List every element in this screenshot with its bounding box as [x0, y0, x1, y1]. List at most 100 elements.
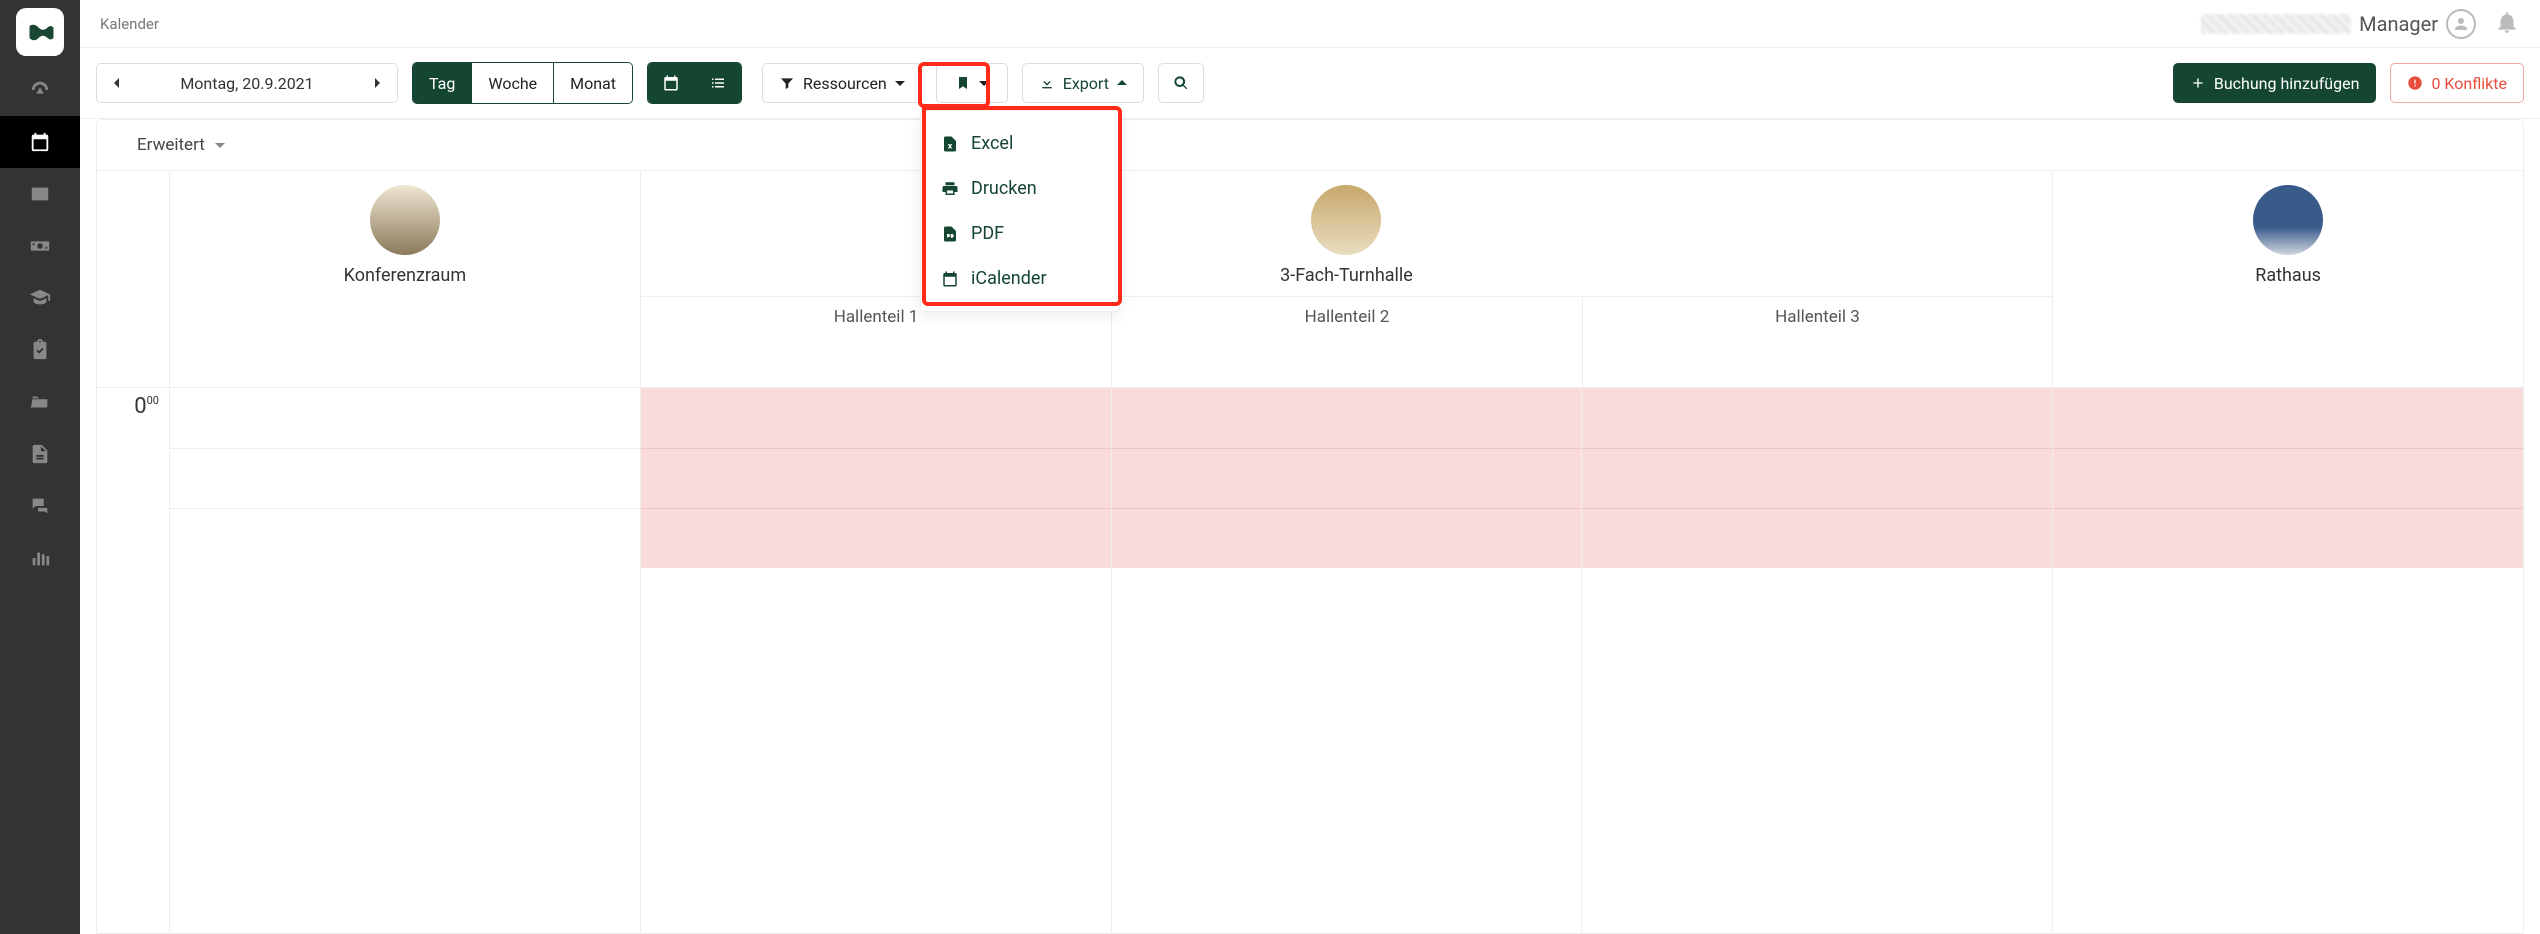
extended-filter-button[interactable]: Erweitert — [137, 135, 225, 155]
list-view-button[interactable] — [694, 63, 741, 103]
page-title: Kalender — [100, 15, 159, 33]
export-label: Export — [1063, 74, 1109, 93]
resource-col-konferenzraum[interactable]: Konferenzraum — [169, 171, 640, 387]
nav-files[interactable] — [0, 376, 80, 428]
chevron-left-icon — [112, 78, 122, 88]
nav-contacts[interactable] — [0, 168, 80, 220]
download-icon — [1039, 75, 1055, 91]
view-day-button[interactable]: Tag — [413, 63, 471, 103]
slot-col-hallenteil2[interactable] — [1111, 388, 1582, 933]
add-booking-button[interactable]: Buchung hinzufügen — [2173, 63, 2377, 103]
export-dropdown-button[interactable]: Export — [1022, 63, 1144, 103]
list-icon — [709, 74, 727, 92]
user-role: Manager — [2359, 12, 2438, 36]
view-range-toggle: Tag Woche Monat — [412, 62, 633, 104]
export-excel-label: Excel — [971, 133, 1013, 154]
logo[interactable] — [0, 0, 80, 64]
bookmark-dropdown-button[interactable] — [936, 63, 1008, 103]
gauge-icon — [29, 79, 51, 101]
add-booking-label: Buchung hinzufügen — [2214, 74, 2360, 93]
resource-turnhalle-header[interactable]: 3-Fach-Turnhalle — [641, 171, 2052, 296]
prev-day-button[interactable] — [97, 63, 137, 103]
comments-icon — [29, 495, 51, 517]
subresource-hallenteil2[interactable]: Hallenteil 2 — [1111, 297, 1581, 387]
resource-col-rathaus[interactable]: Rathaus — [2052, 171, 2523, 387]
search-button[interactable] — [1158, 63, 1204, 103]
view-mode-toggle — [647, 62, 742, 104]
resource-avatar — [370, 185, 440, 255]
bookmark-icon — [955, 75, 971, 91]
calendar-body: 000 — [97, 388, 2523, 933]
extended-label: Erweitert — [137, 135, 205, 155]
folder-open-icon — [29, 391, 51, 413]
slot-col-hallenteil1[interactable] — [640, 388, 1111, 933]
export-ical-label: iCalender — [971, 268, 1047, 289]
resource-name: 3-Fach-Turnhalle — [1280, 265, 1413, 286]
file-excel-icon — [941, 135, 959, 153]
date-navigator: Montag, 20.9.2021 — [96, 63, 398, 103]
export-ical[interactable]: iCalender — [921, 256, 1119, 301]
resource-avatar — [2253, 185, 2323, 255]
print-icon — [941, 180, 959, 198]
export-excel[interactable]: Excel — [921, 121, 1119, 166]
time-1 — [97, 448, 169, 508]
resource-name: Rathaus — [2255, 265, 2321, 286]
topbar: Kalender Manager — [80, 0, 2540, 48]
conflicts-button[interactable]: 0 Konflikte — [2390, 63, 2524, 103]
bar-chart-icon — [29, 547, 51, 569]
file-pdf-icon — [941, 225, 959, 243]
slot-col-hallenteil3[interactable] — [1581, 388, 2052, 933]
next-day-button[interactable] — [357, 63, 397, 103]
time-0: 000 — [97, 388, 169, 448]
nav-calendar[interactable] — [0, 116, 80, 168]
nav-dashboard[interactable] — [0, 64, 80, 116]
search-icon — [1173, 75, 1189, 91]
sidebar — [0, 0, 80, 934]
view-month-button[interactable]: Monat — [553, 63, 632, 103]
alert-icon — [2407, 75, 2423, 91]
plus-icon — [2190, 75, 2206, 91]
nav-chat[interactable] — [0, 480, 80, 532]
time-gutter-header — [97, 171, 169, 387]
user-icon — [2452, 15, 2470, 33]
export-print[interactable]: Drucken — [921, 166, 1119, 211]
nav-tasks[interactable] — [0, 324, 80, 376]
file-icon — [29, 443, 51, 465]
time-gutter: 000 — [97, 388, 169, 933]
resources-filter-button[interactable]: Ressourcen — [762, 63, 922, 103]
export-print-label: Drucken — [971, 178, 1037, 199]
slot-col-konferenzraum[interactable] — [169, 388, 640, 933]
time-2 — [97, 508, 169, 568]
calendar-icon — [29, 131, 51, 153]
view-week-button[interactable]: Woche — [471, 63, 553, 103]
nav-education[interactable] — [0, 272, 80, 324]
export-pdf[interactable]: PDF — [921, 211, 1119, 256]
bell-icon — [2494, 9, 2520, 35]
filter-icon — [779, 75, 795, 91]
notifications-button[interactable] — [2494, 9, 2520, 39]
resources-filter-label: Ressourcen — [803, 74, 887, 93]
nav-billing[interactable] — [0, 220, 80, 272]
nav-reports[interactable] — [0, 532, 80, 584]
resource-col-turnhalle: 3-Fach-Turnhalle Hallenteil 1 Hallenteil… — [640, 171, 2052, 387]
calendar-view-button[interactable] — [648, 63, 694, 103]
subtoolbar: Erweitert — [96, 119, 2524, 171]
calendar-icon — [941, 270, 959, 288]
date-label[interactable]: Montag, 20.9.2021 — [137, 74, 357, 93]
calendar-icon — [662, 74, 680, 92]
chevron-right-icon — [372, 78, 382, 88]
export-menu: Excel Drucken PDF iCalender — [920, 110, 1120, 312]
slot-col-rathaus[interactable] — [2052, 388, 2523, 933]
avatar[interactable] — [2446, 9, 2476, 39]
user-name-redacted — [2201, 14, 2351, 34]
subresource-hallenteil3[interactable]: Hallenteil 3 — [1582, 297, 2052, 387]
resource-avatar — [1311, 185, 1381, 255]
resource-name: Konferenzraum — [344, 265, 466, 286]
graduation-cap-icon — [29, 287, 51, 309]
export-pdf-label: PDF — [971, 223, 1004, 244]
nav-documents[interactable] — [0, 428, 80, 480]
conflicts-label: 0 Konflikte — [2431, 74, 2507, 93]
calendar-header: Konferenzraum 3-Fach-Turnhalle Hallentei… — [97, 171, 2523, 388]
calendar: Konferenzraum 3-Fach-Turnhalle Hallentei… — [96, 171, 2524, 934]
clipboard-check-icon — [29, 339, 51, 361]
